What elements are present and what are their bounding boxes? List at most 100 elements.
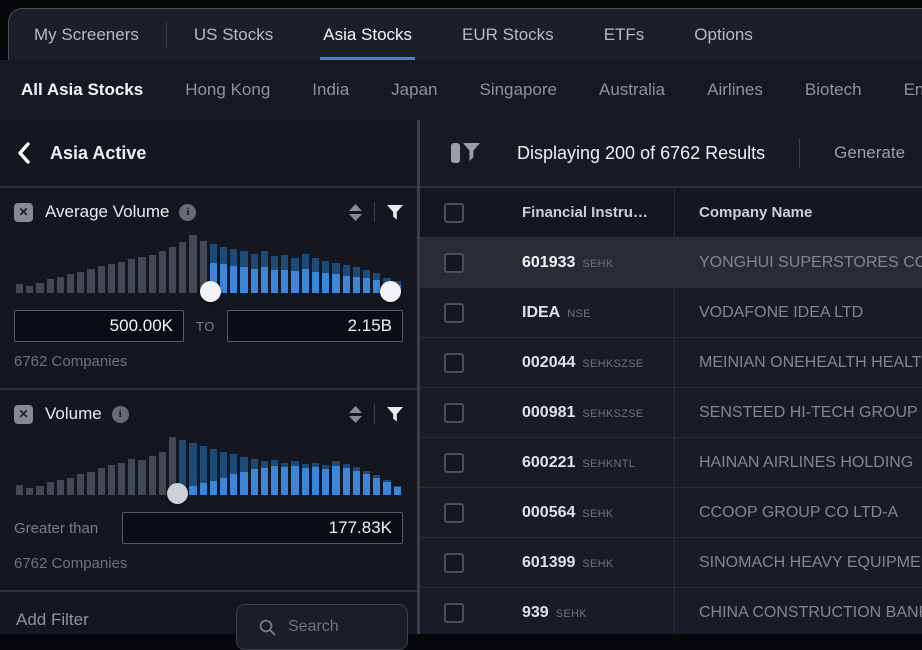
tab-eur-stocks[interactable]: EUR Stocks [437, 9, 579, 61]
table-row[interactable]: 601399SEHKSINOMACH HEAVY EQUIPMEN [420, 538, 922, 588]
subtab-airlines[interactable]: Airlines [686, 80, 784, 100]
table-row[interactable]: 939SEHKCHINA CONSTRUCTION BANK [420, 588, 922, 634]
subtab-singapore[interactable]: Singapore [458, 80, 578, 100]
subtab-hong-kong[interactable]: Hong Kong [164, 80, 291, 100]
histogram-bar [57, 480, 64, 495]
table-header: Financial Instru… Company Name [420, 188, 922, 238]
sort-icon[interactable] [349, 204, 362, 221]
histogram-bar [118, 463, 125, 495]
screener-app: My ScreenersUS StocksAsia StocksEUR Stoc… [0, 0, 922, 634]
table-row[interactable]: 000564SEHKCCOOP GROUP CO LTD-A [420, 488, 922, 538]
histogram-bar [271, 460, 278, 495]
min-value-input[interactable] [14, 310, 184, 342]
column-header-company[interactable]: Company Name [674, 188, 922, 237]
company-name: SENSTEED HI-TECH GROUP C [699, 404, 922, 422]
tab-us-stocks[interactable]: US Stocks [169, 9, 298, 61]
info-icon[interactable]: i [179, 204, 196, 221]
histogram-bar [128, 259, 135, 293]
histogram-bar-selected-fill [383, 482, 390, 495]
range-slider-handle[interactable] [200, 281, 221, 302]
tab-my-screeners[interactable]: My Screeners [9, 9, 164, 61]
histogram-bar-selected-fill [220, 264, 227, 293]
greater-than-input[interactable] [122, 512, 403, 544]
row-checkbox[interactable] [444, 353, 464, 373]
table-row[interactable]: 601933SEHKYONGHUI SUPERSTORES CO [420, 238, 922, 288]
filter-title: Average Volume [45, 202, 169, 222]
instrument-cell: 000981SEHKSZSE [502, 404, 674, 422]
remove-filter-icon[interactable]: ✕ [14, 203, 33, 222]
range-slider-handle[interactable] [167, 483, 188, 504]
histogram-bar [36, 486, 43, 495]
filter-results-icon [450, 140, 481, 166]
max-value-input[interactable] [227, 310, 403, 342]
histogram-bar-selected-fill [302, 468, 309, 495]
table-row[interactable]: IDEANSEVODAFONE IDEA LTD [420, 288, 922, 338]
histogram-bar [149, 456, 156, 495]
remove-filter-icon[interactable]: ✕ [14, 405, 33, 424]
company-name: MEINIAN ONEHEALTH HEALTH [699, 354, 922, 372]
select-all-checkbox[interactable] [444, 203, 464, 223]
ticker-symbol: 000564 [522, 504, 575, 521]
subtab-japan[interactable]: Japan [370, 80, 458, 100]
info-icon[interactable]: i [112, 406, 129, 423]
histogram-bar [363, 471, 370, 495]
histogram-bar [47, 482, 54, 495]
row-checkbox[interactable] [444, 303, 464, 323]
row-checkbox[interactable] [444, 403, 464, 423]
histogram-bar-selected-fill [210, 481, 217, 495]
tab-asia-stocks[interactable]: Asia Stocks [298, 9, 437, 61]
subtab-australia[interactable]: Australia [578, 80, 686, 100]
company-cell: SINOMACH HEAVY EQUIPMEN [674, 538, 922, 587]
histogram-bar [363, 270, 370, 293]
filter-search-button[interactable]: Search [236, 604, 408, 650]
histogram-bar [169, 247, 176, 293]
select-all-cell [420, 203, 502, 223]
tab-options[interactable]: Options [669, 9, 778, 61]
instrument-cell: 601399SEHK [502, 554, 674, 572]
company-cell: SENSTEED HI-TECH GROUP C [674, 388, 922, 437]
range-slider-handle[interactable] [380, 281, 401, 302]
histogram-bar-selected-fill [261, 468, 268, 495]
subtab-energy[interactable]: Energy [883, 80, 922, 100]
table-row[interactable]: 000981SEHKSZSE SENSTEED HI-TECH GROUP C [420, 388, 922, 438]
histogram-bar [47, 279, 54, 293]
histogram-bar-selected-fill [261, 267, 268, 293]
filter-card-actions [349, 202, 403, 222]
histogram-bar [36, 283, 43, 293]
subtab-biotech[interactable]: Biotech [784, 80, 883, 100]
main-area: Asia Active ✕ Average Volume i [0, 120, 922, 634]
companies-count: 6762 Companies [14, 555, 403, 572]
exchange-code: SEHK [556, 608, 587, 620]
histogram-bar [373, 475, 380, 495]
company-cell: VODAFONE IDEA LTD [674, 288, 922, 337]
instrument-cell: 600221SEHKNTL [502, 454, 674, 472]
histogram-bar [210, 449, 217, 495]
row-checkbox[interactable] [444, 553, 464, 573]
row-checkbox-cell [420, 353, 502, 373]
subtab-all-asia-stocks[interactable]: All Asia Stocks [0, 80, 164, 100]
ticker-symbol: 000981 [522, 404, 575, 421]
ticker-symbol: IDEA [522, 304, 560, 321]
filter-funnel-icon[interactable] [387, 205, 403, 220]
row-checkbox[interactable] [444, 453, 464, 473]
ticker-symbol: 939 [522, 604, 549, 621]
subtab-india[interactable]: India [291, 80, 370, 100]
column-header-instrument[interactable]: Financial Instru… [502, 204, 674, 222]
histogram-bar [149, 255, 156, 293]
instrument-cell: 939 SEHK [502, 604, 674, 622]
generate-button[interactable]: Generate [834, 143, 905, 163]
row-checkbox[interactable] [444, 253, 464, 273]
tab-etfs[interactable]: ETFs [579, 9, 670, 61]
ticker-symbol: 002044 [522, 354, 575, 371]
histogram-bar-selected-fill [363, 278, 370, 293]
back-chevron-icon[interactable] [16, 140, 42, 166]
filter-card-header: ✕ Volume i [14, 403, 403, 425]
row-checkbox[interactable] [444, 503, 464, 523]
table-row[interactable]: 002044SEHKSZSEMEINIAN ONEHEALTH HEALTH [420, 338, 922, 388]
sort-icon[interactable] [349, 406, 362, 423]
filter-funnel-icon[interactable] [387, 407, 403, 422]
table-row[interactable]: 600221SEHKNTLHAINAN AIRLINES HOLDING [420, 438, 922, 488]
add-filter-button[interactable]: Add Filter [16, 610, 89, 630]
histogram-bar [312, 463, 319, 495]
row-checkbox[interactable] [444, 603, 464, 623]
